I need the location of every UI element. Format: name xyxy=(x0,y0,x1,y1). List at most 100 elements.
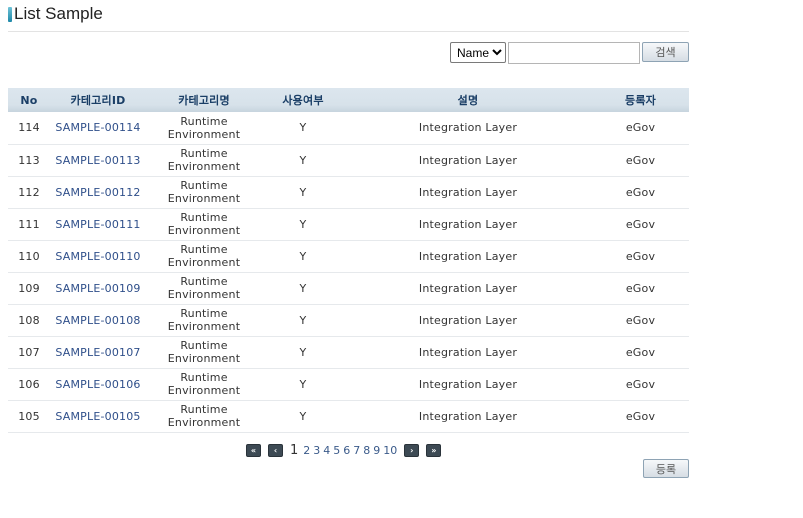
header-use-yn: 사용여부 xyxy=(282,94,324,107)
cell-registrant: eGov xyxy=(625,217,656,231)
cell-registrant: eGov xyxy=(625,313,656,327)
cell-category-id[interactable]: SAMPLE-00114 xyxy=(50,112,146,144)
header-category-name: 카테고리명 xyxy=(178,94,230,107)
search-button[interactable]: 검색 xyxy=(642,42,689,62)
page-link-8[interactable]: 8 xyxy=(363,444,370,457)
table-row[interactable]: 106 SAMPLE-00106 Runtime Environment Y Integ… xyxy=(8,368,689,400)
header-description: 설명 xyxy=(457,94,479,107)
cell-description: Integration Layer xyxy=(418,281,518,295)
cell-registrant: eGov xyxy=(625,185,656,199)
cell-category-id[interactable]: SAMPLE-00108 xyxy=(50,304,146,336)
cell-category-name: Runtime Environment xyxy=(167,339,241,365)
category-table: No 카테고리ID 카테고리명 사용여부 설명 등록자 114 SAMPLE-00… xyxy=(8,88,689,433)
cell-no: 112 xyxy=(18,185,40,199)
cell-category-id[interactable]: SAMPLE-00107 xyxy=(50,336,146,368)
cell-description: Integration Layer xyxy=(418,153,518,167)
cell-use-yn: Y xyxy=(299,153,307,167)
search-field-select[interactable]: Name xyxy=(450,42,506,63)
table-row[interactable]: 110 SAMPLE-00110 Runtime Environment Y Integ… xyxy=(8,240,689,272)
cell-description: Integration Layer xyxy=(418,345,518,359)
search-bar: Name 검색 xyxy=(450,42,689,64)
cell-use-yn: Y xyxy=(299,249,307,263)
cell-category-name: Runtime Environment xyxy=(167,179,241,205)
header-category-id: 카테고리ID xyxy=(70,94,126,107)
cell-registrant: eGov xyxy=(625,281,656,295)
cell-description: Integration Layer xyxy=(418,249,518,263)
cell-category-id[interactable]: SAMPLE-00110 xyxy=(50,240,146,272)
page-link-7[interactable]: 7 xyxy=(353,444,360,457)
cell-description: Integration Layer xyxy=(418,409,518,423)
cell-use-yn: Y xyxy=(299,313,307,327)
table-row[interactable]: 112 SAMPLE-00112 Runtime Environment Y Integ… xyxy=(8,176,689,208)
cell-description: Integration Layer xyxy=(418,217,518,231)
cell-no: 113 xyxy=(18,153,40,167)
table-row[interactable]: 109 SAMPLE-00109 Runtime Environment Y Integ… xyxy=(8,272,689,304)
cell-no: 111 xyxy=(18,217,40,231)
next-page-icon[interactable]: › xyxy=(404,443,420,457)
cell-category-id[interactable]: SAMPLE-00105 xyxy=(50,400,146,432)
cell-no: 109 xyxy=(18,281,40,295)
cell-no: 110 xyxy=(18,249,40,263)
cell-description: Integration Layer xyxy=(418,313,518,327)
cell-registrant: eGov xyxy=(625,377,656,391)
cell-description: Integration Layer xyxy=(418,377,518,391)
cell-category-id[interactable]: SAMPLE-00111 xyxy=(50,208,146,240)
cell-use-yn: Y xyxy=(299,377,307,391)
page-link-1[interactable]: 1 xyxy=(290,443,298,458)
page-link-9[interactable]: 9 xyxy=(373,444,380,457)
cell-description: Integration Layer xyxy=(418,121,518,135)
table-row[interactable]: 113 SAMPLE-00113 Runtime Environment Y Integ… xyxy=(8,144,689,176)
cell-use-yn: Y xyxy=(299,121,307,135)
cell-category-name: Runtime Environment xyxy=(167,275,241,301)
table-row[interactable]: 108 SAMPLE-00108 Runtime Environment Y Integ… xyxy=(8,304,689,336)
table-row[interactable]: 107 SAMPLE-00107 Runtime Environment Y Integ… xyxy=(8,336,689,368)
cell-no: 108 xyxy=(18,313,40,327)
page-link-4[interactable]: 4 xyxy=(323,444,330,457)
page-link-10[interactable]: 10 xyxy=(383,444,397,457)
page-header: List Sample xyxy=(8,4,103,24)
cell-use-yn: Y xyxy=(299,345,307,359)
table-row[interactable]: 111 SAMPLE-00111 Runtime Environment Y Integ… xyxy=(8,208,689,240)
cell-registrant: eGov xyxy=(625,345,656,359)
cell-category-name: Runtime Environment xyxy=(167,307,241,333)
header-registrant: 등록자 xyxy=(625,94,656,107)
cell-category-id[interactable]: SAMPLE-00113 xyxy=(50,144,146,176)
cell-category-name: Runtime Environment xyxy=(167,114,241,141)
pagination: « ‹ 1 2 3 4 5 6 7 8 9 10 › » xyxy=(246,441,448,459)
cell-category-name: Runtime Environment xyxy=(167,371,241,397)
cell-category-id[interactable]: SAMPLE-00109 xyxy=(50,272,146,304)
cell-description: Integration Layer xyxy=(418,185,518,199)
cell-category-name: Runtime Environment xyxy=(167,147,241,173)
page-numbers: 1 2 3 4 5 6 7 8 9 10 xyxy=(290,443,400,458)
cell-no: 106 xyxy=(18,377,40,391)
cell-use-yn: Y xyxy=(299,185,307,199)
cell-no: 114 xyxy=(18,121,40,135)
last-page-icon[interactable]: » xyxy=(426,443,442,457)
cell-category-name: Runtime Environment xyxy=(167,403,241,429)
page-link-5[interactable]: 5 xyxy=(333,444,340,457)
cell-use-yn: Y xyxy=(299,409,307,423)
page-title: List Sample xyxy=(14,4,103,23)
prev-page-icon[interactable]: ‹ xyxy=(268,443,283,457)
page-link-6[interactable]: 6 xyxy=(343,444,350,457)
register-button[interactable]: 등록 xyxy=(643,459,689,478)
header-no: No xyxy=(20,93,38,107)
title-marker-icon xyxy=(8,6,12,22)
table-header-row: No 카테고리ID 카테고리명 사용여부 설명 등록자 xyxy=(8,88,689,112)
title-divider xyxy=(8,31,689,32)
cell-category-name: Runtime Environment xyxy=(167,211,241,237)
cell-no: 105 xyxy=(18,409,40,423)
page-link-2[interactable]: 2 xyxy=(303,444,310,457)
search-input[interactable] xyxy=(508,42,640,64)
cell-category-name: Runtime Environment xyxy=(167,243,241,269)
page-link-3[interactable]: 3 xyxy=(313,444,320,457)
cell-category-id[interactable]: SAMPLE-00112 xyxy=(50,176,146,208)
cell-use-yn: Y xyxy=(299,281,307,295)
cell-category-id[interactable]: SAMPLE-00106 xyxy=(50,368,146,400)
cell-use-yn: Y xyxy=(299,217,307,231)
table-row[interactable]: 105 SAMPLE-00105 Runtime Environment Y Integ… xyxy=(8,400,689,432)
cell-registrant: eGov xyxy=(625,121,656,135)
table-row[interactable]: 114 SAMPLE-00114 Runtime Environment Y Integ… xyxy=(8,112,689,144)
first-page-icon[interactable]: « xyxy=(246,443,261,457)
cell-no: 107 xyxy=(18,345,40,359)
